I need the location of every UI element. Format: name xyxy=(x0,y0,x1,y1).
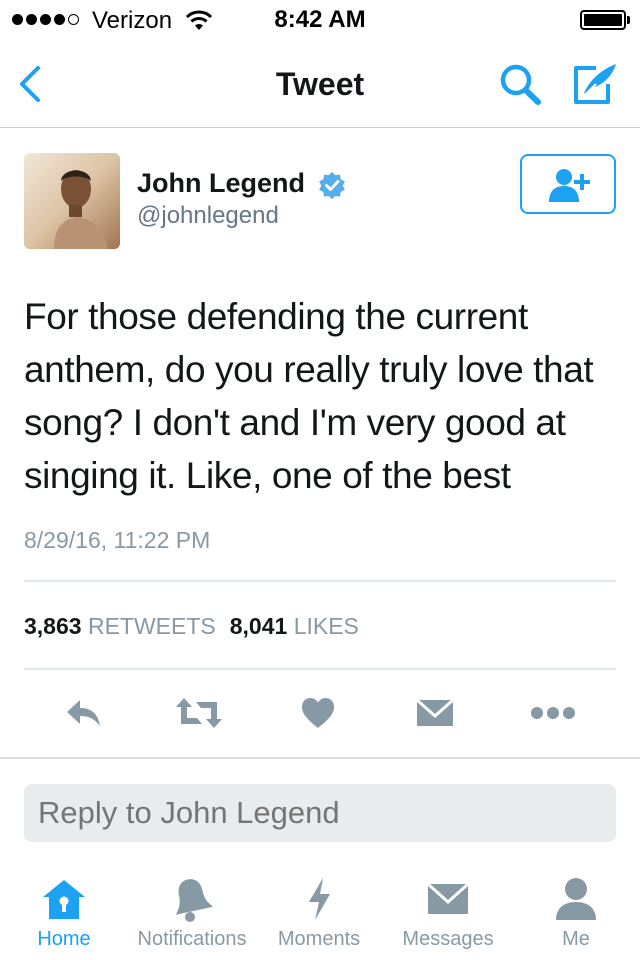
tab-notifications[interactable]: Notifications xyxy=(126,870,258,960)
tweet-stats: 3,863 RETWEETS 8,041 LIKES xyxy=(24,613,359,640)
verified-badge-icon xyxy=(319,172,345,199)
envelope-icon xyxy=(426,882,470,914)
battery-tip xyxy=(627,16,630,24)
retweets-stat[interactable]: 3,863 RETWEETS xyxy=(24,613,216,639)
search-button[interactable] xyxy=(496,62,546,108)
tab-messages[interactable]: Messages xyxy=(392,870,504,960)
tab-notifications-icon-wrap xyxy=(126,870,258,928)
tab-moments[interactable]: Moments xyxy=(266,870,372,960)
tab-messages-icon-wrap xyxy=(392,870,504,928)
likes-label: LIKES xyxy=(293,613,359,639)
divider xyxy=(24,668,616,670)
clock: 8:42 AM xyxy=(274,6,366,33)
more-button[interactable] xyxy=(528,690,578,736)
compose-icon xyxy=(574,64,616,104)
tweet-text: For those defending the current anthem, … xyxy=(24,296,594,496)
section-separator xyxy=(0,757,640,759)
divider xyxy=(24,580,616,582)
compose-button[interactable] xyxy=(570,60,620,108)
retweet-button[interactable] xyxy=(174,690,224,736)
like-button[interactable] xyxy=(293,690,343,736)
likes-count: 8,041 xyxy=(229,613,288,639)
tab-me[interactable]: Me xyxy=(540,870,612,960)
tab-home[interactable]: Home xyxy=(14,870,114,960)
tab-messages-label: Messages xyxy=(402,928,494,950)
back-button[interactable] xyxy=(12,62,52,106)
direct-message-button[interactable] xyxy=(410,690,460,736)
search-icon xyxy=(500,64,541,105)
reply-icon xyxy=(67,700,100,726)
reply-input[interactable] xyxy=(24,784,616,842)
tab-me-label: Me xyxy=(562,928,590,950)
follow-button[interactable] xyxy=(520,154,616,214)
status-bar: Verizon 8:42 AM xyxy=(0,0,640,40)
retweet-icon xyxy=(176,698,222,728)
tab-home-icon-wrap xyxy=(14,870,114,928)
avatar[interactable] xyxy=(24,153,120,249)
lightning-icon xyxy=(309,878,330,920)
author-handle[interactable]: @johnlegend xyxy=(137,202,279,230)
likes-stat[interactable]: 8,041 LIKES xyxy=(230,613,359,639)
avatar-photo xyxy=(24,153,120,249)
tab-moments-icon-wrap xyxy=(266,870,372,928)
navigation-bar: Tweet xyxy=(0,40,640,128)
follow-user-icon xyxy=(549,169,590,202)
battery-icon xyxy=(580,10,626,30)
heart-icon xyxy=(302,698,334,728)
retweets-label: RETWEETS xyxy=(87,613,216,639)
home-icon xyxy=(43,880,85,919)
reply-button[interactable] xyxy=(59,690,109,736)
tab-moments-label: Moments xyxy=(277,928,361,950)
person-icon xyxy=(556,878,596,920)
bell-icon xyxy=(175,879,214,922)
tweet-timestamp: 8/29/16, 11:22 PM xyxy=(24,527,211,553)
envelope-icon xyxy=(416,698,454,726)
more-icon xyxy=(531,707,575,719)
tab-home-label: Home xyxy=(37,928,91,950)
tab-notifications-label: Notifications xyxy=(137,928,247,950)
author-name[interactable]: John Legend xyxy=(137,168,305,199)
retweets-count: 3,863 xyxy=(24,613,82,639)
chevron-left-icon xyxy=(20,66,40,102)
tab-me-icon-wrap xyxy=(540,870,612,928)
